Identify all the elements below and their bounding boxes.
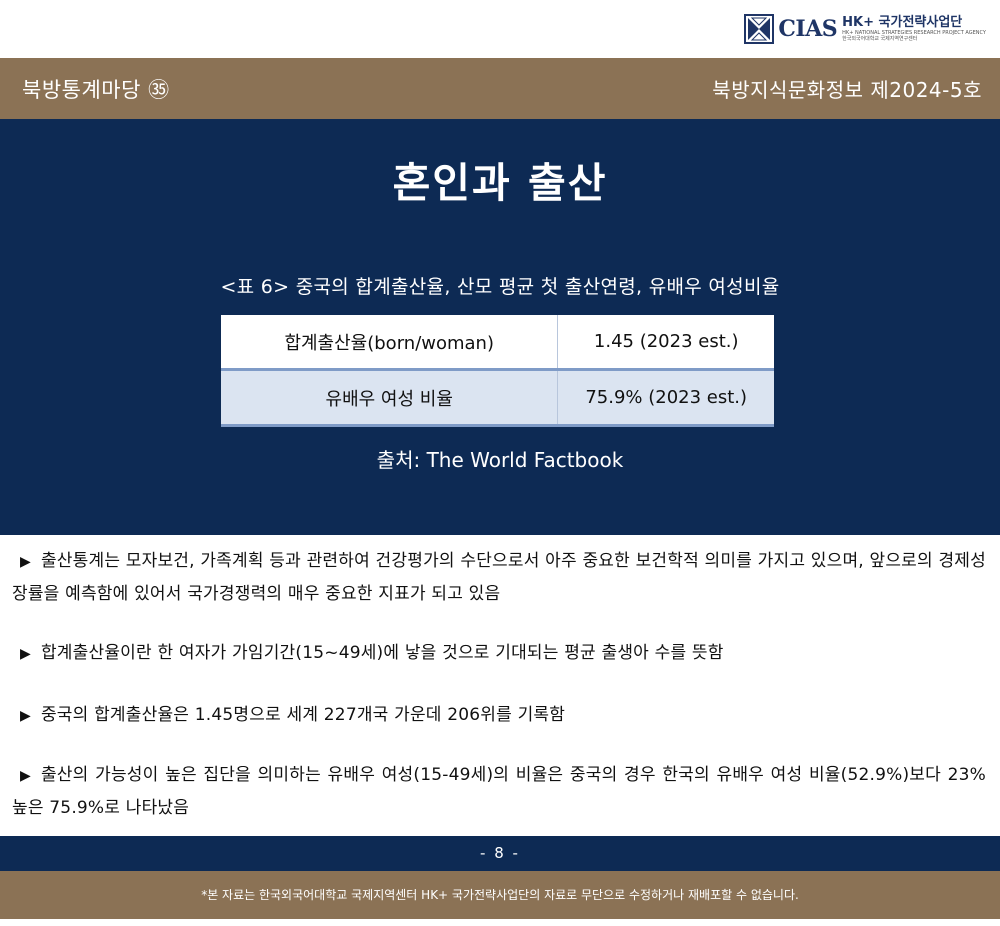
- paragraph: ▶ 합계출산율이란 한 여자가 가임기간(15~49세)에 낳을 것으로 기대되는…: [12, 637, 986, 670]
- title-panel: 혼인과 출산 <표 6> 중국의 합계출산율, 산모 평균 첫 출산연령, 유배…: [0, 119, 1000, 533]
- triangle-bullet-icon: ▶: [20, 646, 31, 662]
- document-page: CIAS HK+ 국가전략사업단 HK+ NATIONAL STRATEGIES…: [0, 0, 1000, 926]
- table-caption: <표 6> 중국의 합계출산율, 산모 평균 첫 출산연령, 유배우 여성비율: [220, 276, 780, 298]
- body-text: ▶ 출산통계는 모자보건, 가족계획 등과 관련하여 건강평가의 수단으로서 아주…: [0, 533, 1000, 838]
- cias-emblem-icon: [744, 14, 775, 44]
- paragraph: ▶ 출산의 가능성이 높은 집단을 의미하는 유배우 여성(15-49세)의 비율…: [12, 759, 986, 824]
- triangle-bullet-icon: ▶: [20, 708, 31, 724]
- triangle-bullet-icon: ▶: [20, 768, 31, 784]
- paragraph-text: 합계출산율이란 한 여자가 가임기간(15~49세)에 낳을 것으로 기대되는 …: [40, 643, 724, 663]
- header-band: 북방통계마당 ㉟ 북방지식문화정보 제2024-5호: [0, 58, 1000, 119]
- paragraph: ▶ 출산통계는 모자보건, 가족계획 등과 관련하여 건강평가의 수단으로서 아주…: [12, 545, 986, 610]
- table-source: 출처: The World Factbook: [376, 448, 624, 472]
- table-cell-value: 1.45 (2023 est.): [557, 315, 774, 371]
- series-title: 북방통계마당 ㉟: [22, 77, 170, 102]
- logo-brand: CIAS: [778, 16, 838, 42]
- logo-text-block: HK+ 국가전략사업단 HK+ NATIONAL STRATEGIES RESE…: [842, 16, 986, 42]
- cias-logo: CIAS HK+ 국가전략사업단 HK+ NATIONAL STRATEGIES…: [744, 12, 986, 46]
- issue-number: 북방지식문화정보 제2024-5호: [712, 78, 982, 102]
- table-row: 유배우 여성 비율 75.9% (2023 est.): [221, 369, 774, 427]
- logo-subtitle-kr: 한국외국어대학교 국제지역연구센터: [842, 36, 918, 42]
- stats-table: 합계출산율(born/woman) 1.45 (2023 est.) 유배우 여…: [221, 315, 774, 427]
- paragraph: ▶ 중국의 합계출산율은 1.45명으로 세계 227개국 가운데 206위를 기…: [12, 699, 986, 732]
- paragraph-text: 출산의 가능성이 높은 집단을 의미하는 유배우 여성(15-49세)의 비율은…: [12, 765, 986, 818]
- paragraph-text: 중국의 합계출산율은 1.45명으로 세계 227개국 가운데 206위를 기록…: [40, 705, 566, 725]
- page-title: 혼인과 출산: [392, 159, 608, 207]
- footer-notice: *본 자료는 한국외국어대학교 국제지역센터 HK+ 국가전략사업단의 자료로 …: [0, 871, 1000, 919]
- table-cell-label: 합계출산율(born/woman): [221, 315, 559, 371]
- table-row: 합계출산율(born/woman) 1.45 (2023 est.): [221, 315, 774, 371]
- table-cell-label: 유배우 여성 비율: [221, 369, 559, 427]
- page-number: - 8 -: [0, 836, 1000, 871]
- logo-strip: CIAS HK+ 국가전략사업단 HK+ NATIONAL STRATEGIES…: [0, 0, 1000, 58]
- table-cell-value: 75.9% (2023 est.): [557, 369, 774, 427]
- bottom-margin: [0, 919, 1000, 926]
- logo-title: HK+ 국가전략사업단: [842, 15, 963, 30]
- triangle-bullet-icon: ▶: [20, 554, 31, 570]
- paragraph-text: 출산통계는 모자보건, 가족계획 등과 관련하여 건강평가의 수단으로서 아주 …: [12, 551, 986, 604]
